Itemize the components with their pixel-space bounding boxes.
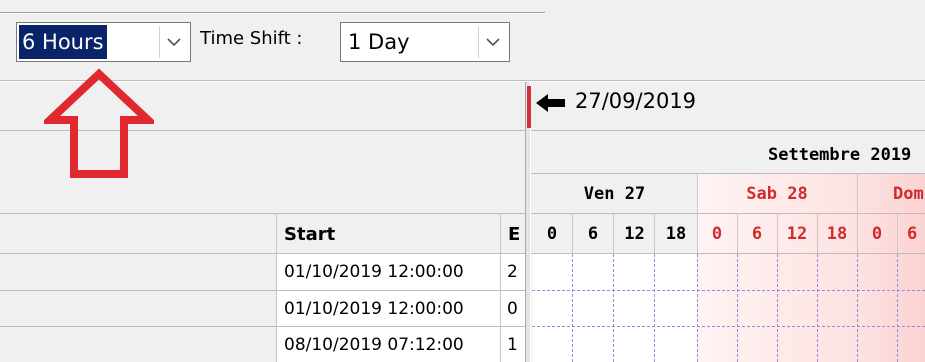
day-header-sat: Sab 28	[746, 184, 808, 204]
zoom-level-dropdown[interactable]: 6 Hours	[16, 22, 191, 62]
hour-header-bottom	[531, 253, 925, 254]
column-header-start[interactable]: Start	[284, 224, 335, 245]
day-header-bottom	[531, 213, 925, 214]
grid-line	[777, 254, 778, 362]
grid-line	[613, 254, 614, 362]
column-header-end[interactable]: E	[508, 224, 520, 245]
hour-header: 12	[786, 224, 808, 244]
hour-divider	[897, 214, 898, 254]
hour-divider	[654, 214, 655, 254]
time-shift-label: Time Shift :	[200, 28, 303, 49]
highlight-arrow-up-icon	[44, 68, 154, 178]
hour-header: 6	[751, 224, 763, 244]
day-header-sun: Dom 29	[893, 184, 925, 204]
hour-header: 12	[624, 224, 645, 244]
arrow-left-icon	[536, 94, 565, 112]
table-cell-end: 1	[507, 335, 518, 355]
hour-divider	[572, 214, 573, 254]
table-cell-start: 08/10/2019 07:12:00	[284, 335, 464, 355]
table-row[interactable]: 01/10/2019 12:00:00 0	[0, 291, 525, 326]
month-header: Settembre 2019	[768, 145, 912, 165]
grid-line	[532, 290, 925, 291]
grid-line	[572, 254, 573, 362]
grid-line	[897, 254, 898, 362]
time-shift-dropdown[interactable]: 1 Day	[340, 22, 510, 62]
hour-header: 0	[711, 224, 723, 244]
hour-header: 0	[871, 224, 883, 244]
hour-divider	[777, 214, 778, 254]
navigate-back-button[interactable]	[536, 92, 566, 118]
grid-line	[857, 254, 858, 362]
weekday-grid-bg	[532, 254, 697, 362]
table-cell-end: 0	[507, 299, 518, 319]
hour-divider	[817, 214, 818, 254]
zoom-level-dropdown-button[interactable]	[159, 26, 188, 58]
day-header-fri: Ven 27	[583, 184, 646, 204]
day-divider	[697, 174, 698, 214]
toolbar-divider-highlight	[0, 13, 545, 14]
table-row[interactable]: 08/10/2019 07:12:00 1	[0, 327, 525, 362]
grid-line	[737, 254, 738, 362]
table-row[interactable]: 01/10/2019 12:00:00 2	[0, 254, 525, 290]
navigator-date: 27/09/2019	[575, 89, 697, 113]
grid-line	[697, 254, 698, 362]
hour-divider	[737, 214, 738, 254]
grid-line	[817, 254, 818, 362]
day-divider	[857, 174, 858, 214]
time-shift-value: 1 Day	[348, 30, 410, 54]
time-shift-dropdown-button[interactable]	[478, 26, 507, 58]
chevron-down-icon	[486, 37, 500, 46]
table-cell-start: 01/10/2019 12:00:00	[284, 299, 464, 319]
hour-divider	[613, 214, 614, 254]
hour-divider	[857, 214, 858, 254]
table-cell-start: 01/10/2019 12:00:00	[284, 262, 464, 282]
hour-header: 6	[907, 224, 918, 244]
hour-header: 18	[665, 224, 687, 244]
hour-header: 0	[546, 224, 558, 244]
hour-header: 6	[587, 224, 599, 244]
hour-header: 18	[826, 224, 848, 244]
grid-line	[654, 254, 655, 362]
column-header-row	[0, 214, 525, 254]
table-cell-end: 2	[507, 262, 518, 282]
grid-line	[532, 326, 925, 327]
chevron-down-icon	[167, 37, 181, 46]
zoom-level-value: 6 Hours	[19, 25, 107, 59]
hour-divider	[697, 214, 698, 254]
